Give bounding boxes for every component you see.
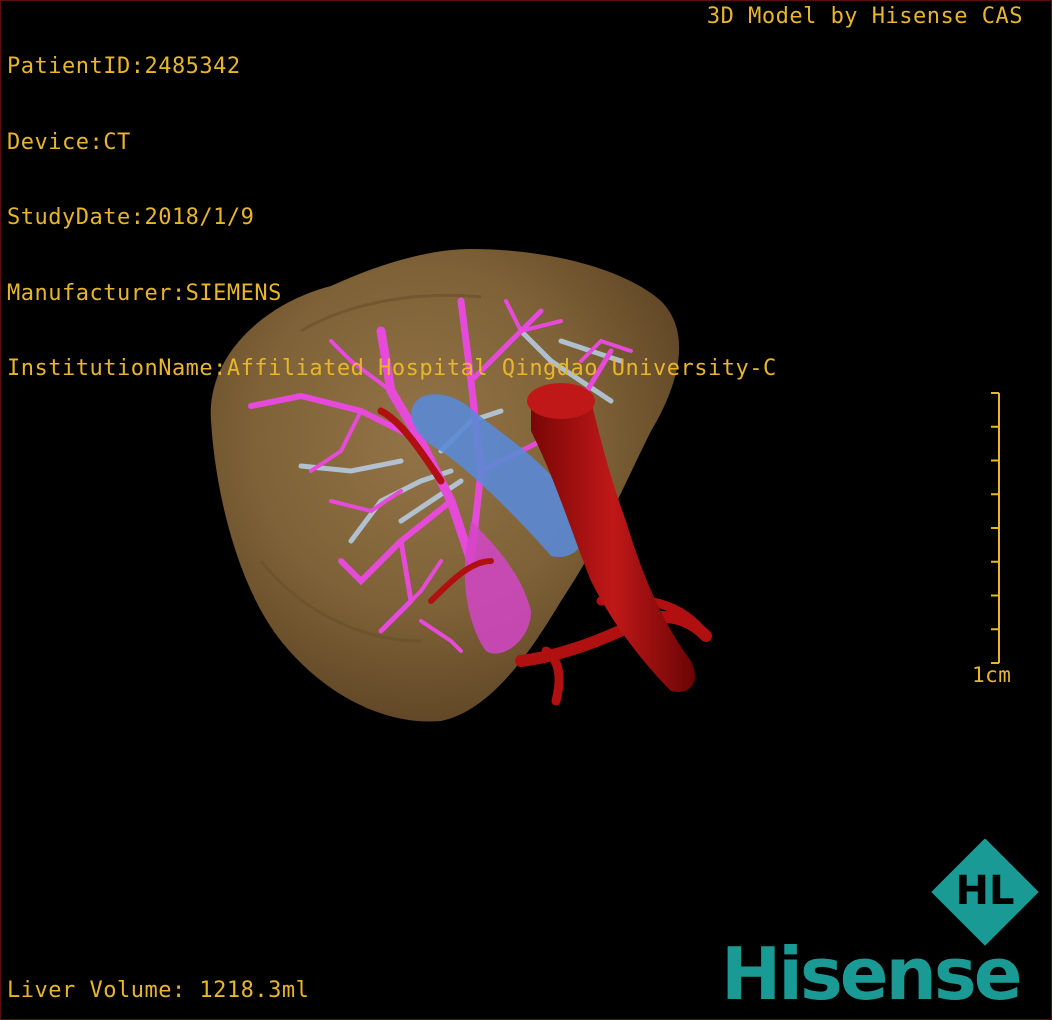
institution-label: InstitutionName:Affiliated Hospital Qing…	[7, 356, 777, 381]
liver-volume-label: Liver Volume: 1218.3ml	[7, 978, 310, 1003]
scale-unit-label: 1cm	[972, 663, 1012, 687]
study-metadata: PatientID:2485342 Device:CT StudyDate:20…	[7, 4, 777, 432]
3d-viewer-canvas[interactable]: PatientID:2485342 Device:CT StudyDate:20…	[0, 0, 1052, 1020]
patient-id-label: PatientID:2485342	[7, 54, 241, 79]
vendor-label: 3D Model by Hisense CAS	[706, 4, 1023, 29]
device-label: Device:CT	[7, 129, 131, 155]
hl-diamond-icon: HL	[931, 839, 1039, 946]
svg-text:HL: HL	[956, 868, 1015, 914]
manufacturer-label: Manufacturer:SIEMENS	[7, 280, 282, 306]
study-date-label: StudyDate:2018/1/9	[7, 205, 255, 230]
hisense-wordmark: Hisense	[721, 932, 1023, 1016]
